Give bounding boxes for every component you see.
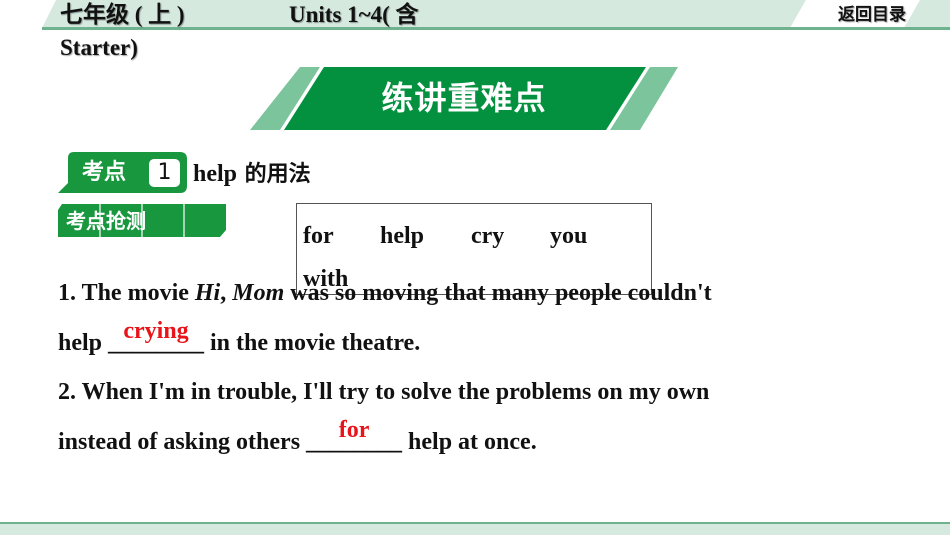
topic-tag-label: 考点 <box>82 160 127 185</box>
question-1-line-1: 1. The movie Hi, Mom was so moving that … <box>58 280 712 306</box>
topic-title-cn: 的用法 <box>237 162 311 187</box>
footer-band <box>0 522 950 535</box>
question-1-line-2: help ________ crying in the movie theatre… <box>58 318 421 356</box>
word-bank-item: help <box>380 223 425 249</box>
banner-title: 练讲重难点 <box>381 79 547 117</box>
question-2-line-2: instead of asking others ________ for hel… <box>58 417 537 455</box>
answer-text: for <box>338 417 370 443</box>
answer-blank: ________ crying <box>108 318 205 356</box>
movie-title-hi: Hi <box>194 280 221 306</box>
practice-tag-label: 考点抢测 <box>66 209 146 233</box>
word-bank-item: cry <box>471 223 505 249</box>
topic-title: help 的用法 <box>193 159 311 190</box>
topic-title-en: help <box>193 161 238 187</box>
answer-text: crying <box>123 318 189 344</box>
topic-number: 1 <box>149 159 180 187</box>
movie-title-mom: Mom <box>232 280 285 306</box>
question-2-line-1: 2. When I'm in trouble, I'll try to solv… <box>58 379 710 405</box>
answer-blank: ________ for <box>306 417 403 455</box>
word-bank-item: for <box>303 223 334 249</box>
word-bank-item: you <box>550 223 588 249</box>
